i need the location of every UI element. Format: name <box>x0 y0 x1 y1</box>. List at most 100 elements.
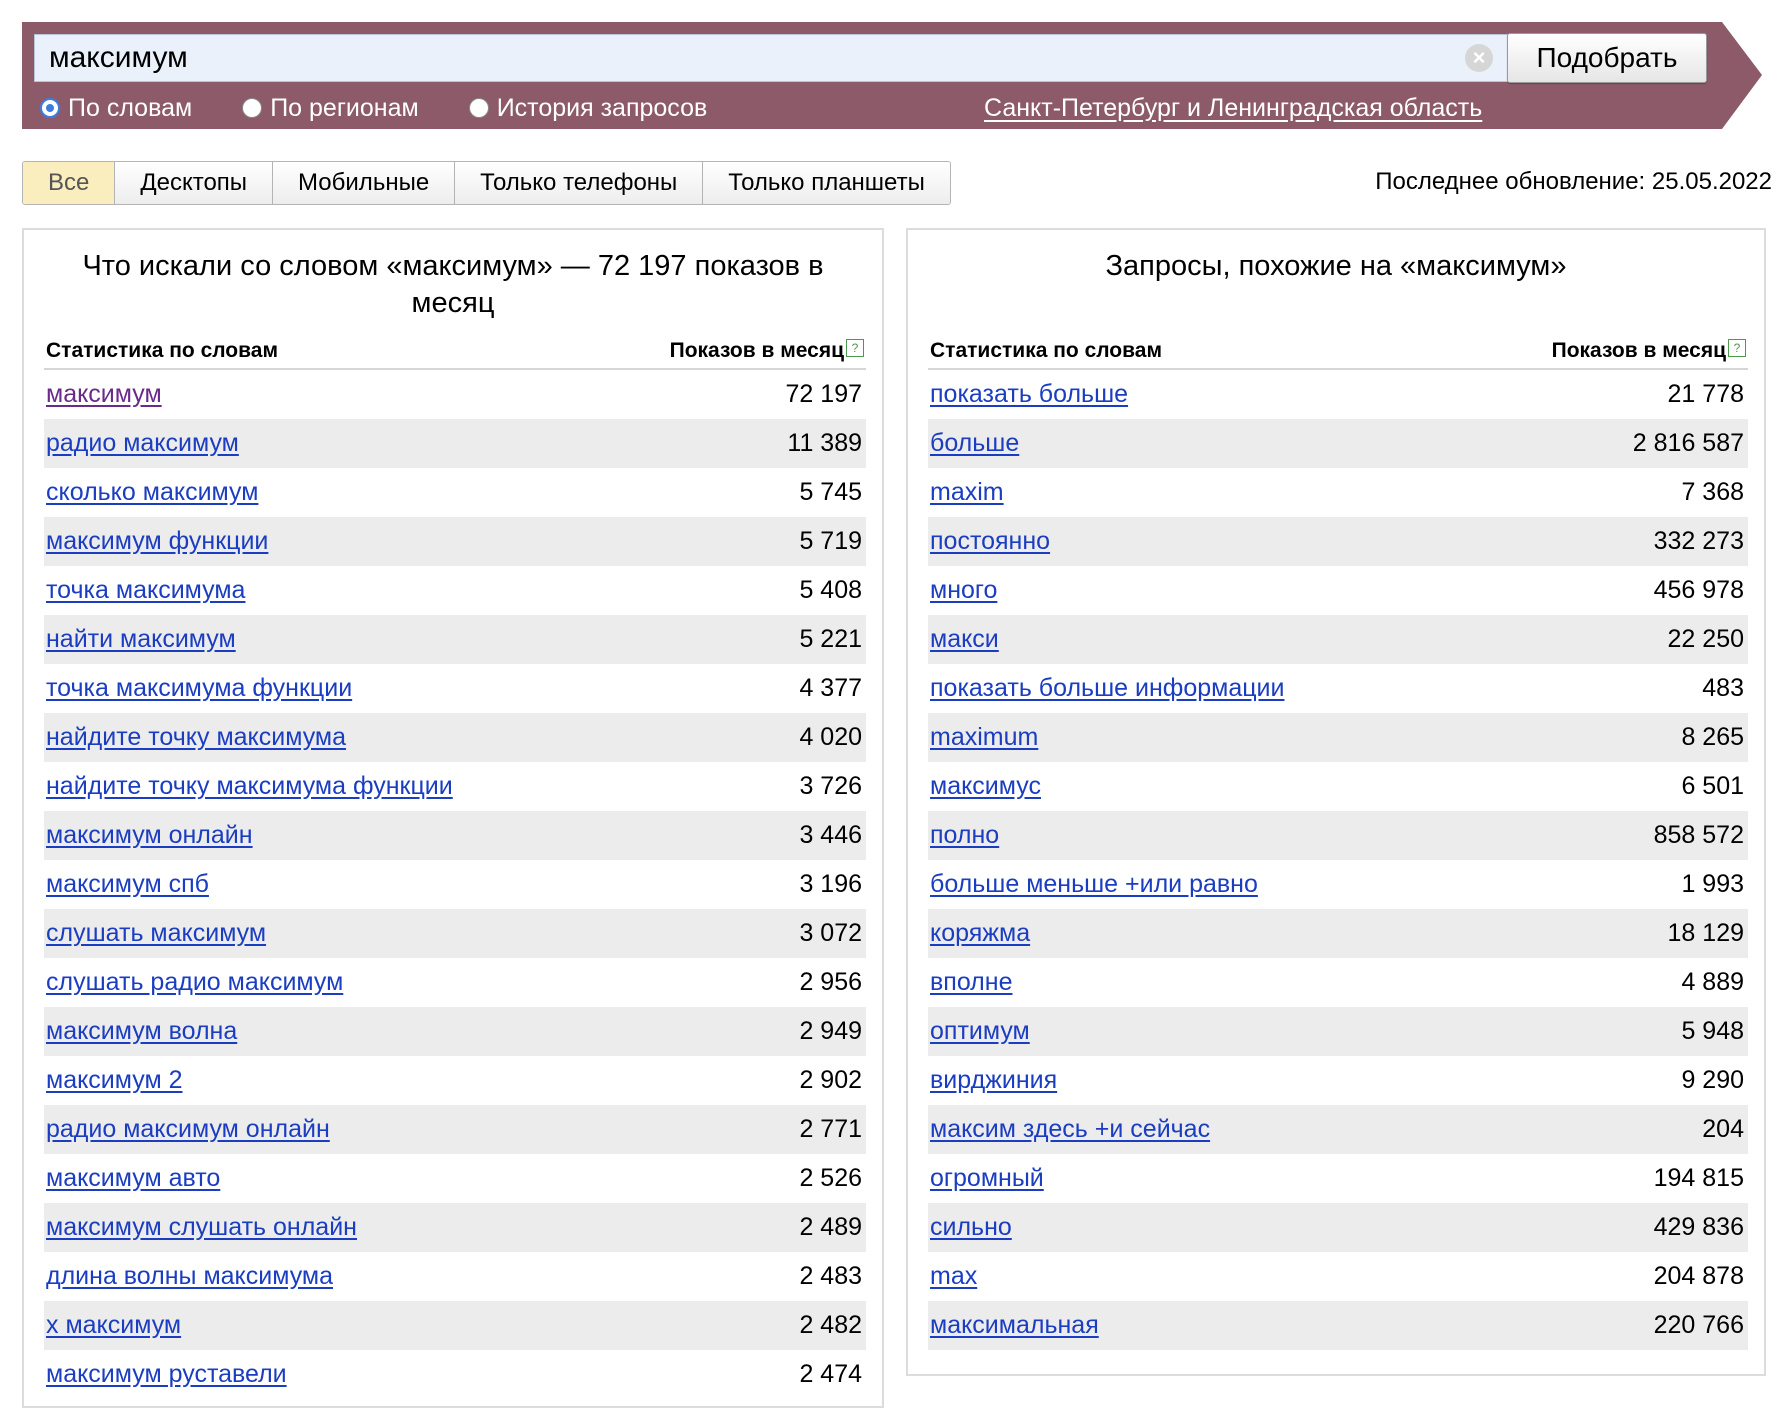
phrase-link[interactable]: слушать максимум <box>46 919 266 948</box>
phrase-link[interactable]: оптимум <box>930 1017 1030 1046</box>
phrase-link[interactable]: сколько максимум <box>46 478 258 507</box>
phrase-link[interactable]: х максимум <box>46 1311 181 1340</box>
shows-count: 6 501 <box>1681 772 1744 800</box>
right-table-header: Статистика по словам Показов в месяц? <box>928 334 1748 370</box>
tab-all[interactable]: Все <box>23 162 116 204</box>
table-row: больше меньше +или равно 1 993 <box>928 860 1748 909</box>
mode-history-label: История запросов <box>496 93 708 122</box>
phrase-link[interactable]: максимальная <box>930 1311 1099 1340</box>
table-row: найдите точку максимума функции 3 726 <box>44 762 866 811</box>
shows-count: 4 020 <box>799 723 862 751</box>
phrase-link[interactable]: максимум слушать онлайн <box>46 1213 357 1242</box>
phrase-link[interactable]: вполне <box>930 968 1012 997</box>
table-row: постоянно 332 273 <box>928 517 1748 566</box>
table-row: вполне 4 889 <box>928 958 1748 1007</box>
phrase-link[interactable]: максимум онлайн <box>46 821 253 850</box>
phrase-link[interactable]: полно <box>930 821 999 850</box>
mode-history[interactable]: История запросов <box>468 93 708 123</box>
tab-tablets-only[interactable]: Только планшеты <box>703 162 950 204</box>
phrase-link[interactable]: слушать радио максимум <box>46 968 343 997</box>
phrase-link[interactable]: больше меньше +или равно <box>930 870 1258 899</box>
phrase-link[interactable]: длина волны максимума <box>46 1262 333 1291</box>
mode-by-regions[interactable]: По регионам <box>242 94 419 123</box>
tab-mobile[interactable]: Мобильные <box>273 162 456 204</box>
right-panel-title: Запросы, похожие на «максимум» <box>1105 250 1567 282</box>
phrase-link[interactable]: maximum <box>930 723 1038 752</box>
table-row: больше 2 816 587 <box>928 419 1748 468</box>
table-row: максим здесь +и сейчас 204 <box>928 1105 1748 1154</box>
phrase-link[interactable]: макси <box>930 625 999 654</box>
mode-by-words[interactable]: По словам <box>40 94 192 123</box>
radio-history[interactable] <box>468 98 489 118</box>
search-mode-group: По словам По регионам История запросов <box>40 90 757 126</box>
shows-count: 5 948 <box>1681 1017 1744 1045</box>
shows-count: 11 389 <box>787 429 862 457</box>
help-icon[interactable]: ? <box>846 339 864 357</box>
phrase-link[interactable]: максимум спб <box>46 870 209 899</box>
phrase-link[interactable]: постоянно <box>930 527 1050 556</box>
table-row: максимум онлайн 3 446 <box>44 811 866 860</box>
phrase-link[interactable]: больше <box>930 429 1019 458</box>
phrase-link[interactable]: показать больше <box>930 380 1128 409</box>
radio-by-words[interactable] <box>40 98 60 118</box>
phrase-link[interactable]: сильно <box>930 1213 1012 1242</box>
table-row: максимум спб 3 196 <box>44 860 866 909</box>
table-row: много 456 978 <box>928 566 1748 615</box>
phrase-link[interactable]: точка максимума <box>46 576 245 605</box>
region-link[interactable]: Санкт-Петербург и Ленинградская область <box>984 94 1482 123</box>
phrase-link[interactable]: maxim <box>930 478 1004 507</box>
shows-count: 5 408 <box>799 576 862 604</box>
tab-phones-only[interactable]: Только телефоны <box>455 162 704 204</box>
shows-count: 456 978 <box>1653 576 1744 604</box>
shows-count: 2 816 587 <box>1632 429 1744 457</box>
col-shows-header: Показов в месяц? <box>670 339 864 363</box>
shows-count: 21 778 <box>1667 380 1744 408</box>
shows-count: 5 719 <box>799 527 862 555</box>
phrase-link[interactable]: максимум руставели <box>46 1360 287 1389</box>
left-panel: Что искали со словом «максимум» — 72 197… <box>22 228 884 1408</box>
left-rows: максимум 72 197 радио максимум 11 389 скольк… <box>44 370 866 1399</box>
phrase-link[interactable]: максимум функции <box>46 527 268 556</box>
phrase-link[interactable]: максимус <box>930 772 1041 801</box>
phrase-link[interactable]: показать больше информации <box>930 674 1284 703</box>
phrase-link[interactable]: найдите точку максимума <box>46 723 346 752</box>
radio-by-regions[interactable] <box>242 98 263 118</box>
shows-count: 3 072 <box>799 919 862 947</box>
phrase-link[interactable]: огромный <box>930 1164 1044 1193</box>
phrase-link[interactable]: максимум <box>46 380 162 409</box>
phrase-link[interactable]: найдите точку максимума функции <box>46 772 453 801</box>
table-row: оптимум 5 948 <box>928 1007 1748 1056</box>
shows-count: 429 836 <box>1653 1213 1744 1241</box>
phrase-link[interactable]: максим здесь +и сейчас <box>930 1115 1210 1144</box>
table-row: найдите точку максимума 4 020 <box>44 713 866 762</box>
submit-button[interactable]: Подобрать <box>1507 33 1707 83</box>
phrase-link[interactable]: максимум авто <box>46 1164 220 1193</box>
phrase-link[interactable]: max <box>930 1262 977 1291</box>
phrase-link[interactable]: радио максимум онлайн <box>46 1115 330 1144</box>
phrase-link[interactable]: максимум 2 <box>46 1066 183 1095</box>
shows-count: 18 129 <box>1667 919 1744 947</box>
mode-by-regions-label: По регионам <box>270 93 419 122</box>
shows-count: 194 815 <box>1653 1164 1744 1192</box>
phrase-link[interactable]: найти максимум <box>46 625 236 654</box>
col-shows-label: Показов в месяц <box>1551 339 1726 362</box>
table-row: maxim 7 368 <box>928 468 1748 517</box>
phrase-link[interactable]: максимум волна <box>46 1017 237 1046</box>
phrase-link[interactable]: много <box>930 576 997 605</box>
tab-desktops[interactable]: Десктопы <box>115 162 274 204</box>
table-row: огромный 194 815 <box>928 1154 1748 1203</box>
phrase-link[interactable]: радио максимум <box>46 429 239 458</box>
help-icon[interactable]: ? <box>1728 339 1746 357</box>
shows-count: 2 483 <box>799 1262 862 1290</box>
phrase-link[interactable]: коряжма <box>930 919 1030 948</box>
phrase-link[interactable]: вирджиния <box>930 1066 1057 1095</box>
shows-count: 332 273 <box>1653 527 1744 555</box>
shows-count: 22 250 <box>1667 625 1744 653</box>
shows-count: 204 <box>1702 1115 1744 1143</box>
table-row: максимальная 220 766 <box>928 1301 1748 1350</box>
shows-count: 4 889 <box>1681 968 1744 996</box>
table-row: радио максимум онлайн 2 771 <box>44 1105 866 1154</box>
search-input[interactable] <box>34 34 1514 82</box>
clear-icon[interactable]: × <box>1465 44 1493 72</box>
phrase-link[interactable]: точка максимума функции <box>46 674 352 703</box>
